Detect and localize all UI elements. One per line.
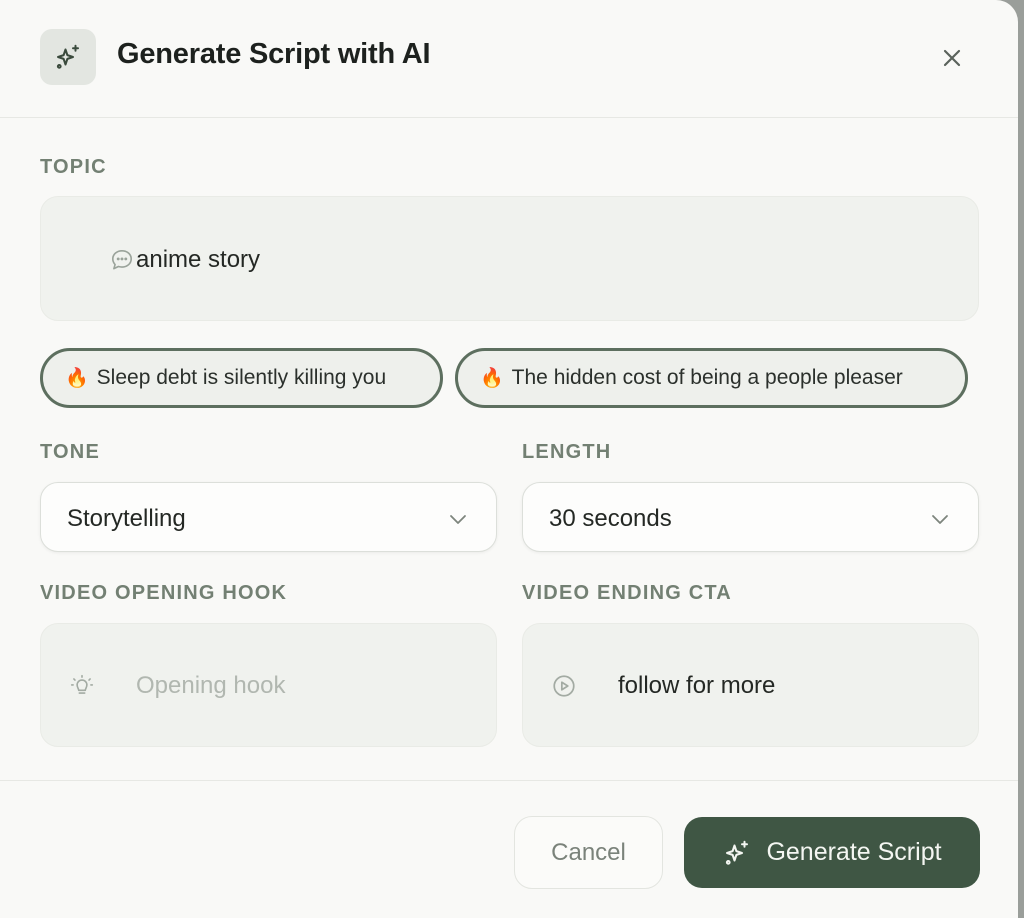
topic-label: TOPIC	[40, 156, 107, 178]
suggestion-chip-label: The hidden cost of being a people please…	[511, 366, 903, 389]
sparkles-icon	[726, 840, 749, 865]
generate-script-modal: Generate Script with AI TOPIC anime stor…	[0, 0, 1018, 918]
generate-script-label: Generate Script	[766, 838, 942, 866]
suggestion-chip-2[interactable]: 🔥 The hidden cost of being a people plea…	[455, 348, 968, 408]
suggestion-chip-label: Sleep debt is silently killing you	[96, 366, 387, 389]
length-label: LENGTH	[522, 441, 612, 463]
length-select[interactable]: 30 seconds	[522, 482, 979, 552]
opening-hook-placeholder: Opening hook	[136, 672, 286, 699]
chevron-down-icon	[450, 515, 466, 524]
cta-label: VIDEO ENDING CTA	[522, 582, 732, 604]
modal-header: Generate Script with AI	[0, 0, 1018, 118]
generate-script-button[interactable]: Generate Script	[684, 817, 980, 888]
close-button[interactable]	[932, 38, 972, 78]
cancel-button[interactable]: Cancel	[514, 816, 663, 889]
ending-cta-input[interactable]: follow for more	[522, 623, 979, 747]
play-circle-icon	[550, 672, 578, 700]
tone-selected-value: Storytelling	[67, 505, 186, 532]
chevron-down-icon	[932, 515, 948, 524]
close-icon	[943, 49, 961, 67]
sparkles-icon	[40, 29, 96, 85]
modal-title: Generate Script with AI	[117, 38, 431, 70]
suggestion-chip-1[interactable]: 🔥 Sleep debt is silently killing you	[40, 348, 443, 408]
opening-hook-input[interactable]: Opening hook	[40, 623, 497, 747]
fire-icon: 🔥	[65, 368, 89, 389]
lightbulb-icon	[68, 672, 96, 700]
tone-label: TONE	[40, 441, 100, 463]
topic-input[interactable]: anime story	[40, 196, 979, 321]
fire-icon: 🔥	[480, 368, 504, 389]
ending-cta-value: follow for more	[618, 672, 776, 699]
topic-value: anime story	[136, 246, 261, 273]
tone-select[interactable]: Storytelling	[40, 482, 497, 552]
chat-bubble-icon	[108, 246, 136, 274]
footer-divider	[0, 780, 1018, 781]
length-selected-value: 30 seconds	[549, 505, 672, 532]
hook-label: VIDEO OPENING HOOK	[40, 582, 288, 604]
